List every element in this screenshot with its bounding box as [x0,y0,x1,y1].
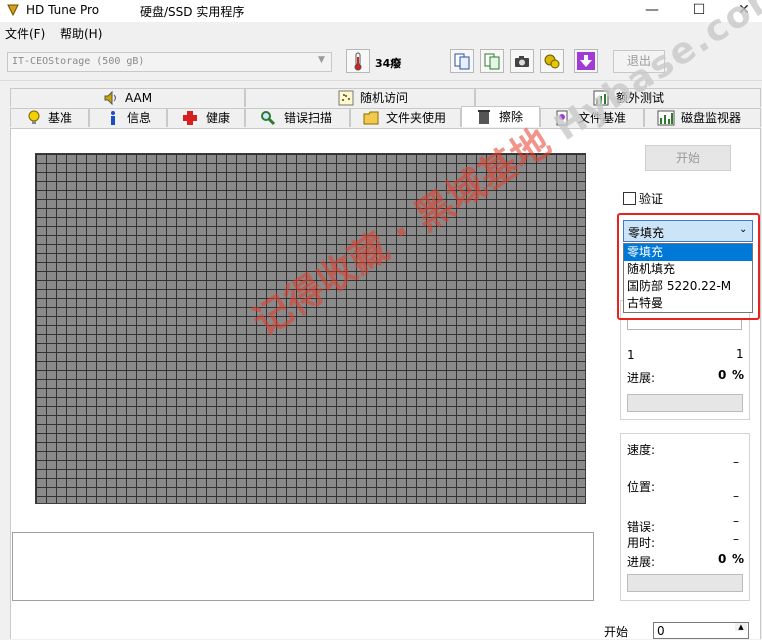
tab-label: 额外测试 [616,91,665,105]
temperature-button[interactable] [346,49,370,73]
start-field-label: 开始 [604,625,629,639]
tab-label: 擦除 [499,110,524,124]
trash-icon [478,110,490,124]
thermometer-icon [354,52,362,71]
chart-icon [593,90,609,106]
tab-label: 基准 [48,111,73,125]
position-label: 位置: [627,480,656,494]
start-spinbox-value: 0 [657,624,665,638]
range-right-value: 1 [736,347,744,361]
tab-aam[interactable]: AAM [10,88,245,107]
exit-button[interactable]: 退出 [613,50,665,73]
progress-label: 进展: [627,371,656,385]
percent-sign: % [732,368,745,382]
block-map [35,153,586,504]
options-button[interactable] [540,49,564,73]
info-icon [111,111,115,125]
tab-label: 信息 [127,111,152,125]
tab-benchmark[interactable]: 基准 [10,108,89,127]
download-button[interactable] [574,49,598,73]
gears-icon [544,54,560,69]
tab-label: 错误扫描 [284,111,333,125]
maximize-button[interactable]: ☐ [677,0,721,22]
verify-checkbox[interactable] [623,192,636,205]
copy-icon [454,53,470,70]
red-cross-icon [183,111,197,125]
folder-icon [363,111,379,125]
tab-label: 文件夹使用 [386,111,447,125]
tab-disk-monitor[interactable]: 磁盘监视器 [644,108,761,127]
progress-bar [627,394,743,412]
progress2-value: 0 [718,552,727,566]
progress-bar-2 [627,574,743,592]
position-value: – [733,489,739,503]
speed-value: – [733,455,739,469]
tab-folder-usage[interactable]: 文件夹使用 [350,108,461,127]
hdtune-app-icon [7,4,19,17]
scatter-icon [338,90,354,106]
speed-label: 速度: [627,443,656,457]
tab-random-access[interactable]: 随机访问 [245,88,475,107]
menu-help[interactable]: 帮助(H) [60,25,102,42]
minimize-button[interactable]: — [630,0,674,22]
camera-icon [515,56,529,67]
tab-label: 随机访问 [360,91,409,105]
progress2-label: 进展: [627,555,656,569]
file-icon [556,110,568,126]
menu-file[interactable]: 文件(F) [5,25,45,42]
app-subtitle: 硬盘/SSD 实用程序 [140,5,245,19]
errors-value: – [733,514,739,528]
start-button[interactable]: 开始 [645,145,731,171]
tab-label: 健康 [206,111,231,125]
range-left-value: 1 [627,348,635,362]
tab-health[interactable]: 健康 [167,108,245,127]
tab-label: 文件基准 [578,111,627,125]
app-title: HD Tune Pro [26,3,100,17]
tab-label: AAM [125,91,153,105]
time-value: – [733,532,739,546]
verify-label: 验证 [639,192,664,206]
progress-value: 0 [718,368,727,382]
copy-info-button[interactable] [450,49,474,73]
down-arrow-icon [577,52,595,70]
time-label: 用时: [627,536,656,550]
tab-extra-tests[interactable]: 额外测试 [475,88,761,107]
errors-label: 错误: [627,520,656,534]
copy-text-button[interactable] [480,49,504,73]
log-box [12,532,594,601]
tab-error-scan[interactable]: 错误扫描 [245,108,350,127]
speaker-icon [104,90,116,106]
chevron-down-icon: ▼ [318,55,325,65]
close-button[interactable]: ✕ [722,0,762,22]
screenshot-button[interactable] [510,49,534,73]
lightbulb-icon [28,110,40,124]
magnifier-icon [261,111,276,126]
copy-green-icon [484,53,500,70]
monitor-icon [657,110,675,126]
percent-sign: % [732,552,745,566]
drive-select[interactable]: IT-CEOStorage (500 gB) [7,52,332,72]
temperature-readout: 34癈 [375,57,402,70]
menu-bar [0,22,762,42]
tab-erase[interactable]: 擦除 [461,106,540,127]
tab-label: 磁盘监视器 [681,111,742,125]
spin-up-icon[interactable]: ▲ [735,623,747,631]
tab-info[interactable]: 信息 [89,108,167,127]
highlight-box [617,213,760,320]
tab-file-benchmark[interactable]: 文件基准 [540,108,644,127]
